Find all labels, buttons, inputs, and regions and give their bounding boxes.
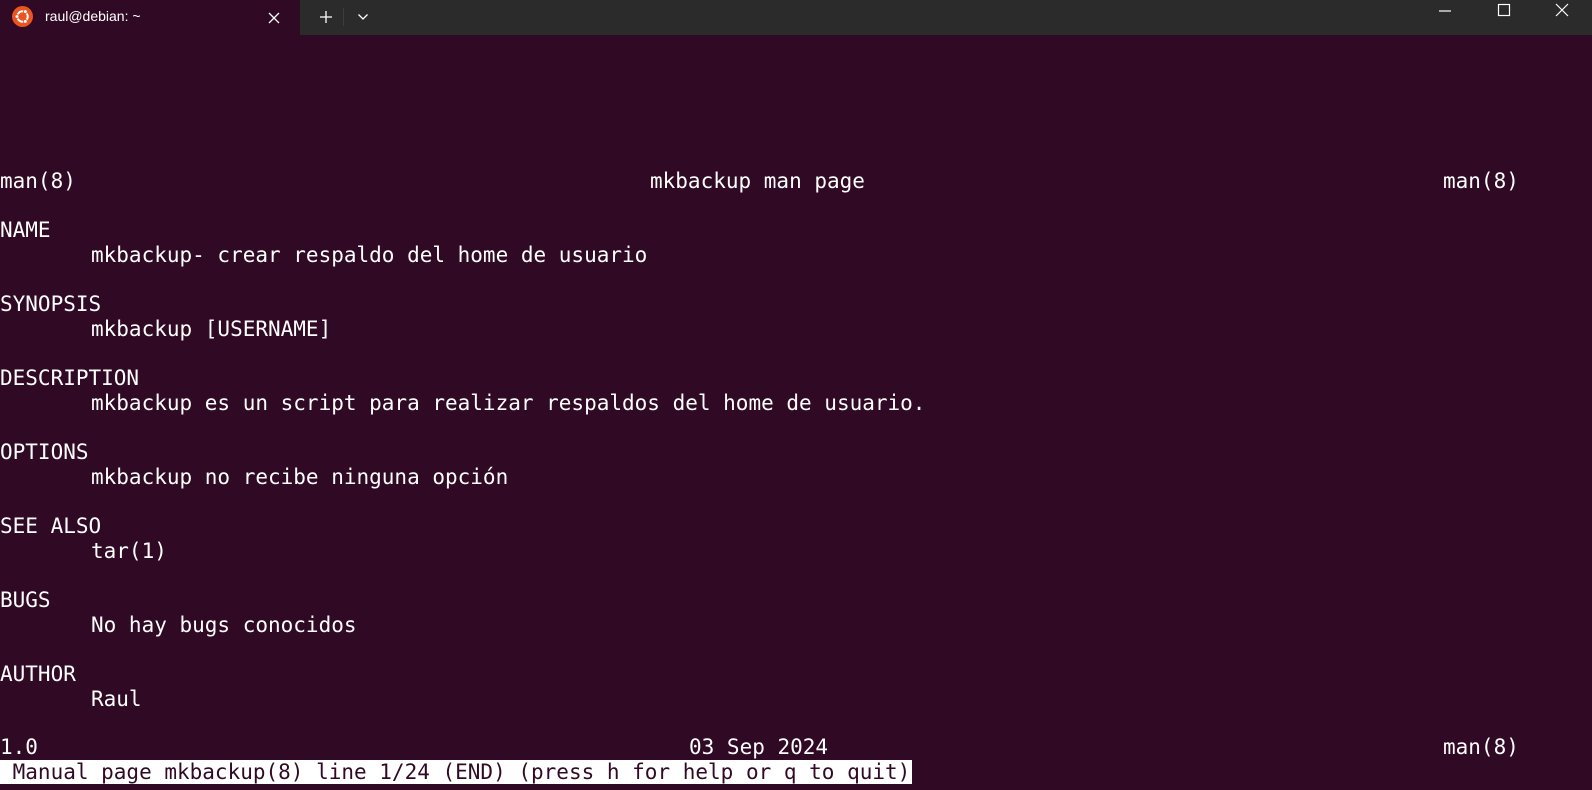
section-heading-description: DESCRIPTION <box>0 366 140 390</box>
tab-title: raul@debian: ~ <box>45 8 141 24</box>
man-footer-left: 1.0 <box>0 735 38 759</box>
pager-status-bar: Manual page mkbackup(8) line 1/24 (END) … <box>0 760 913 784</box>
section-heading-name: NAME <box>0 218 51 242</box>
section-body-bugs: No hay bugs conocidos <box>91 613 357 637</box>
man-footer-center: 03 Sep 2024 <box>689 735 829 759</box>
section-heading-options: OPTIONS <box>0 440 89 464</box>
toolbar-divider <box>343 8 344 26</box>
section-body-options: mkbackup no recibe ninguna opción <box>91 465 509 489</box>
section-heading-bugs: BUGS <box>0 588 51 612</box>
man-footer-right: man(8) <box>1443 735 1519 759</box>
terminal-content[interactable]: man(8) mkbackup man page man(8) NAME mkb… <box>0 35 1592 790</box>
tab-terminal[interactable]: raul@debian: ~ <box>0 0 300 35</box>
man-header-center: mkbackup man page <box>650 169 865 193</box>
title-bar: raul@debian: ~ <box>0 0 1592 35</box>
section-body-synopsis: mkbackup [USERNAME] <box>91 317 332 341</box>
section-heading-synopsis: SYNOPSIS <box>0 292 102 316</box>
section-heading-author: AUTHOR <box>0 662 76 686</box>
maximize-icon[interactable] <box>1484 0 1524 35</box>
section-heading-see-also: SEE ALSO <box>0 514 102 538</box>
section-body-author: Raul <box>91 687 142 711</box>
man-header-right: man(8) <box>1443 169 1519 193</box>
section-body-name: mkbackup- crear respaldo del home de usu… <box>91 243 648 267</box>
plus-icon[interactable] <box>313 0 339 35</box>
close-tab-icon[interactable] <box>262 6 286 30</box>
minimize-icon[interactable] <box>1425 0 1465 35</box>
section-body-see-also: tar(1) <box>91 539 167 563</box>
chevron-down-icon[interactable] <box>350 0 376 35</box>
section-body-description: mkbackup es un script para realizar resp… <box>91 391 926 415</box>
man-header-left: man(8) <box>0 169 76 193</box>
close-icon[interactable] <box>1542 0 1582 35</box>
ubuntu-icon <box>12 6 33 27</box>
terminal-window: raul@debian: ~ man(8) mkbackup man page … <box>0 0 1592 790</box>
